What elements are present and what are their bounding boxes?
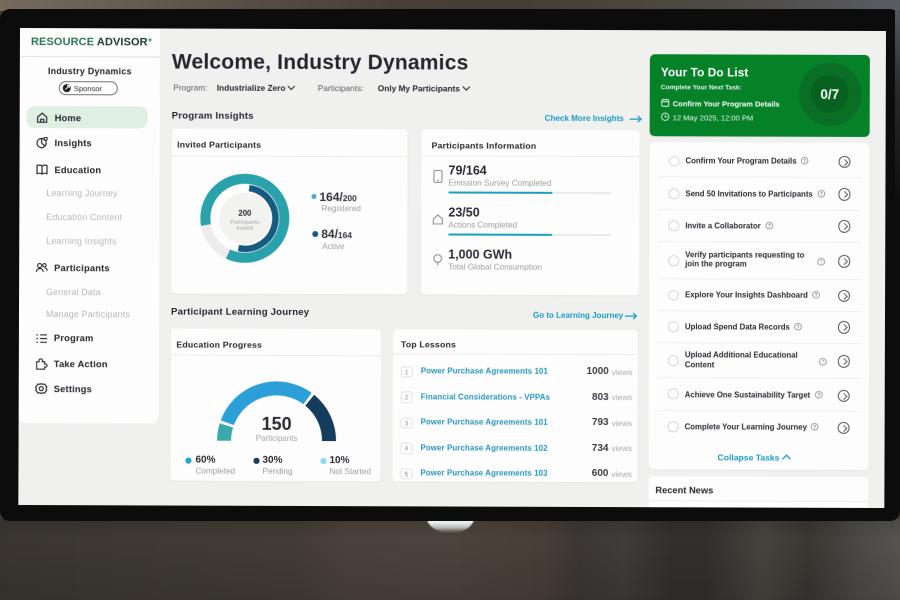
svg-text:?: ? bbox=[796, 324, 799, 330]
svg-text:?: ? bbox=[767, 223, 770, 229]
svg-text:?: ? bbox=[819, 191, 822, 197]
svg-text:?: ? bbox=[803, 159, 806, 165]
svg-text:?: ? bbox=[817, 392, 820, 398]
svg-text:?: ? bbox=[814, 293, 817, 299]
svg-text:?: ? bbox=[820, 259, 823, 265]
svg-text:?: ? bbox=[821, 360, 824, 366]
svg-text:?: ? bbox=[814, 424, 817, 430]
